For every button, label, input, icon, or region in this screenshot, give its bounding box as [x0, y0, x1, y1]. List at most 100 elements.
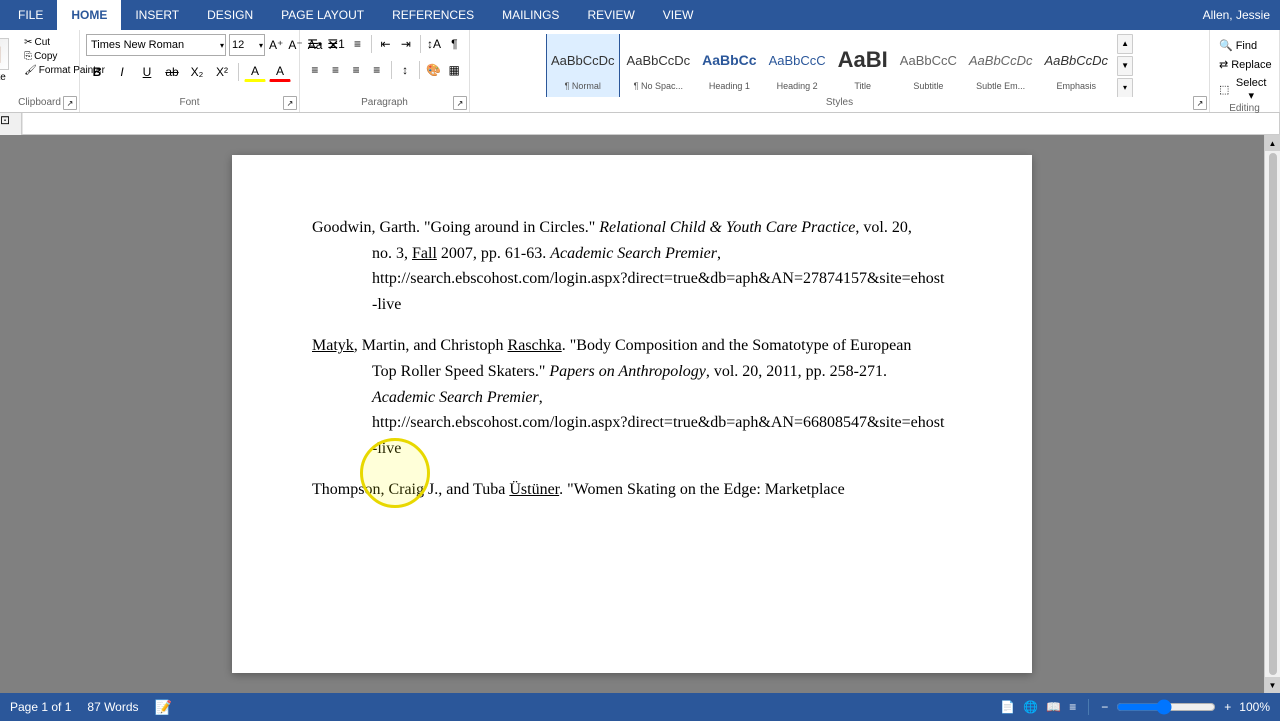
paragraph-6[interactable]: Top Roller Speed Skaters." Papers on Ant…: [372, 359, 952, 385]
tab-mailings[interactable]: MAILINGS: [488, 0, 573, 30]
style-emphasis[interactable]: AaBbCcDc Emphasis: [1039, 34, 1113, 97]
style-subtitle[interactable]: AaBbCcC Subtitle: [895, 34, 962, 97]
align-left-button[interactable]: ≡: [306, 60, 324, 80]
text-highlight-button[interactable]: A: [244, 62, 266, 82]
increase-indent-button[interactable]: ⇥: [397, 34, 414, 54]
select-icon: ⬚: [1219, 83, 1229, 96]
justify-button[interactable]: ≡: [368, 60, 386, 80]
font-dialog-button[interactable]: ↗: [283, 96, 297, 110]
cut-icon: ✂: [24, 37, 32, 48]
clipboard-dialog-button[interactable]: ↗: [63, 96, 77, 110]
view-read-icon[interactable]: 📖: [1046, 700, 1061, 714]
style-emphasis-preview: AaBbCcDc: [1044, 41, 1108, 81]
paragraph-8[interactable]: http://search.ebscohost.com/login.aspx?d…: [372, 410, 952, 436]
style-no-spacing[interactable]: AaBbCcDc ¶ No Spac...: [622, 34, 696, 97]
strikethrough-button[interactable]: ab: [161, 62, 183, 82]
paragraph-3[interactable]: http://search.ebscohost.com/login.aspx?d…: [372, 266, 952, 292]
style-title-label: Title: [854, 81, 871, 91]
view-web-icon[interactable]: 🌐: [1023, 700, 1038, 714]
para-row2: ≡ ≡ ≡ ≡ ↕ 🎨 ▦: [306, 60, 463, 80]
paragraph-5[interactable]: Matyk, Martin, and Christoph Raschka. "B…: [312, 333, 952, 359]
style-normal[interactable]: AaBbCcDc ¶ Normal: [546, 34, 620, 97]
paragraph-7[interactable]: Academic Search Premier,: [372, 385, 952, 411]
scroll-thumb[interactable]: [1269, 153, 1277, 675]
style-subtle-em-label: Subtle Em...: [976, 81, 1025, 91]
view-outline-icon[interactable]: ≡: [1069, 700, 1076, 714]
tab-view[interactable]: VIEW: [649, 0, 708, 30]
line-spacing-button[interactable]: ↕: [396, 60, 414, 80]
underline-button[interactable]: U: [136, 62, 158, 82]
zoom-in-button[interactable]: +: [1224, 700, 1231, 714]
tab-references[interactable]: REFERENCES: [378, 0, 488, 30]
document-page[interactable]: Goodwin, Garth. "Going around in Circles…: [232, 155, 1032, 673]
format-painter-icon: 🖌: [24, 65, 37, 76]
italic-button[interactable]: I: [111, 62, 133, 82]
tab-review[interactable]: REVIEW: [573, 0, 648, 30]
font-size-select[interactable]: 12: [229, 34, 265, 56]
scroll-down-button[interactable]: ▼: [1265, 677, 1280, 693]
paragraph-10[interactable]: Thompson, Craig J., and Tuba Üstüner. "W…: [312, 477, 952, 503]
tab-home[interactable]: HOME: [57, 0, 121, 30]
find-button[interactable]: 🔍 Find: [1216, 38, 1273, 53]
zoom-level: 100%: [1239, 700, 1270, 714]
style-emphasis-label: Emphasis: [1056, 81, 1096, 91]
paragraph-9[interactable]: -live: [372, 436, 952, 462]
decrease-indent-button[interactable]: ⇤: [377, 34, 394, 54]
replace-button[interactable]: ⇄ Replace: [1216, 57, 1273, 72]
superscript-button[interactable]: X²: [211, 62, 233, 82]
scroll-up-button[interactable]: ▲: [1265, 135, 1280, 151]
ruler-corner[interactable]: ⊡: [0, 113, 22, 135]
styles-dialog-button[interactable]: ↗: [1193, 96, 1207, 110]
document-area: Goodwin, Garth. "Going around in Circles…: [0, 135, 1280, 693]
paste-icon: 📋: [0, 38, 9, 70]
tab-page-layout[interactable]: PAGE LAYOUT: [267, 0, 378, 30]
italic-text-3: Papers on Anthropology: [549, 363, 705, 380]
font-group: Times New Roman 12 A⁺ A⁻ Aa ✕ B: [80, 30, 300, 112]
numbering-button[interactable]: ☰1: [326, 34, 345, 54]
zoom-out-button[interactable]: −: [1101, 700, 1108, 714]
style-heading2[interactable]: AaBbCcC Heading 2: [764, 34, 831, 97]
styles-expand[interactable]: ▾: [1117, 78, 1133, 98]
paragraph-2[interactable]: no. 3, Fall 2007, pp. 61-63. Academic Se…: [372, 241, 952, 267]
fall-underline: Fall: [412, 245, 437, 262]
font-grow-button[interactable]: A⁺: [268, 35, 284, 55]
document-scroll[interactable]: Goodwin, Garth. "Going around in Circles…: [0, 135, 1264, 693]
view-print-icon[interactable]: 📄: [1000, 700, 1015, 714]
select-button[interactable]: ⬚ Select ▾: [1216, 76, 1273, 103]
proof-icon[interactable]: 📝: [155, 699, 172, 716]
style-title[interactable]: AaBI Title: [833, 34, 893, 97]
sort-button[interactable]: ↕A: [425, 34, 442, 54]
show-marks-button[interactable]: ¶: [446, 34, 463, 54]
find-icon: 🔍: [1219, 39, 1233, 52]
style-heading1[interactable]: AaBbCc Heading 1: [697, 34, 761, 97]
zoom-slider[interactable]: [1116, 699, 1216, 715]
font-name-select[interactable]: Times New Roman: [86, 34, 226, 56]
styles-scroll-down[interactable]: ▼: [1117, 56, 1133, 76]
style-subtle-em[interactable]: AaBbCcDc Subtle Em...: [964, 34, 1038, 97]
paragraph-dialog-button[interactable]: ↗: [453, 96, 467, 110]
borders-button[interactable]: ▦: [445, 60, 463, 80]
bullets-button[interactable]: ☰•: [306, 34, 323, 54]
tab-design[interactable]: DESIGN: [193, 0, 267, 30]
font-separator: [238, 63, 239, 81]
multilevel-list-button[interactable]: ≡: [349, 34, 366, 54]
paste-button[interactable]: 📋 Paste: [0, 36, 15, 85]
styles-scroll-up[interactable]: ▲: [1117, 34, 1133, 54]
italic-text-1: Relational Child & Youth Care Practice: [599, 219, 855, 236]
font-color-button[interactable]: A: [269, 62, 291, 82]
align-center-button[interactable]: ≡: [327, 60, 345, 80]
tab-insert[interactable]: INSERT: [121, 0, 193, 30]
subscript-button[interactable]: X₂: [186, 62, 208, 82]
scrollbar-right[interactable]: ▲ ▼: [1264, 135, 1280, 693]
bold-button[interactable]: B: [86, 62, 108, 82]
tab-file[interactable]: FILE: [4, 0, 57, 30]
shading-button[interactable]: 🎨: [425, 60, 443, 80]
status-right: 📄 🌐 📖 ≡ − + 100%: [1000, 699, 1270, 715]
word-count[interactable]: 87 Words: [87, 700, 138, 714]
style-subtitle-preview: AaBbCcC: [900, 41, 957, 81]
clipboard-group: 📋 Paste ✂ Cut ⎘ Copy 🖌 Format Painter: [0, 30, 80, 112]
paragraph-1[interactable]: Goodwin, Garth. "Going around in Circles…: [312, 215, 952, 241]
align-right-button[interactable]: ≡: [347, 60, 365, 80]
paragraph-4[interactable]: -live: [372, 292, 952, 318]
font-row1: Times New Roman 12 A⁺ A⁻ Aa ✕: [86, 34, 293, 56]
